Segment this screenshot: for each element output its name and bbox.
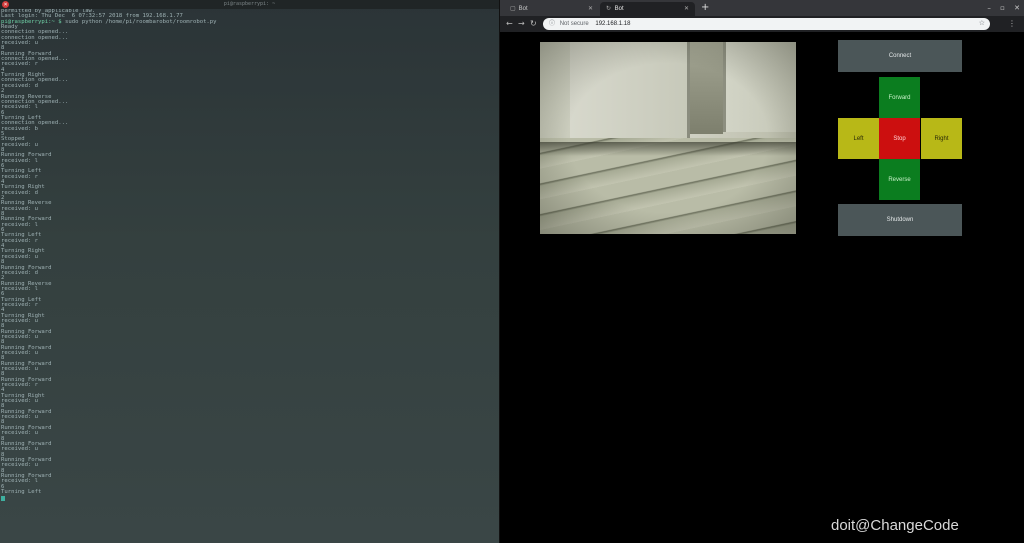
close-icon[interactable]: ✕ bbox=[1014, 4, 1020, 12]
left-button[interactable]: Left bbox=[838, 118, 879, 159]
terminal-line-text: received: u bbox=[1, 317, 39, 324]
security-label: Not secure bbox=[559, 21, 589, 27]
forward-icon[interactable]: → bbox=[518, 18, 525, 30]
tab-label: Bot bbox=[518, 6, 528, 12]
terminal-line-text: received: u bbox=[1, 430, 39, 437]
terminal-line-text: sudo python /home/pi/roombarobot/roomrob… bbox=[61, 18, 217, 25]
window-controls: – ▫ ✕ bbox=[980, 1, 1020, 15]
terminal-line-text: received: d bbox=[1, 82, 39, 89]
camera-feed bbox=[540, 42, 796, 234]
new-tab-icon[interactable]: + bbox=[701, 1, 709, 15]
terminal-line-text: received: u bbox=[1, 446, 39, 453]
terminal-line-text: received: l bbox=[1, 285, 39, 292]
terminal-titlebar: × pi@raspberrypi: ~ bbox=[0, 0, 499, 9]
watermark: doit@ChangeCode bbox=[831, 517, 959, 534]
terminal-line-text: received: u bbox=[1, 40, 39, 47]
menu-icon[interactable]: ⋮ bbox=[1008, 18, 1016, 30]
tab-label: Bot bbox=[614, 6, 624, 12]
info-icon[interactable]: ⓘ bbox=[549, 21, 555, 27]
terminal-line-text: received: u bbox=[1, 462, 39, 469]
maximize-icon[interactable]: ▫ bbox=[1000, 4, 1005, 12]
terminal-line-text: received: r bbox=[1, 61, 39, 68]
tab-strip: ▢ Bot ✕ ↻ Bot ✕ + – ▫ ✕ bbox=[500, 0, 1024, 16]
reverse-button[interactable]: Reverse bbox=[879, 159, 920, 200]
close-icon[interactable]: ✕ bbox=[588, 2, 593, 16]
reload-icon[interactable]: ↻ bbox=[530, 18, 537, 30]
terminal-line-text: received: r bbox=[1, 173, 39, 180]
terminal-line-text: received: r bbox=[1, 382, 39, 389]
terminal-line-text: Turning Left bbox=[1, 488, 42, 495]
close-icon[interactable]: × bbox=[2, 1, 9, 8]
minimize-icon[interactable]: – bbox=[987, 4, 991, 12]
tab-bot-1[interactable]: ▢ Bot ✕ bbox=[504, 2, 599, 16]
terminal-window[interactable]: × pi@raspberrypi: ~ permitted by applica… bbox=[0, 0, 499, 543]
terminal-line-text: received: l bbox=[1, 478, 39, 485]
shutdown-button[interactable]: Shutdown bbox=[838, 204, 962, 236]
terminal-line: Turning Left bbox=[1, 488, 498, 495]
terminal-line-text: received: l bbox=[1, 221, 39, 228]
right-button[interactable]: Right bbox=[921, 118, 962, 159]
terminal-line-text: received: r bbox=[1, 237, 39, 244]
terminal-line-text: received: u bbox=[1, 366, 39, 373]
close-icon[interactable]: ✕ bbox=[684, 2, 689, 16]
star-icon[interactable]: ☆ bbox=[979, 18, 985, 30]
terminal-line-text: received: u bbox=[1, 205, 39, 212]
forward-button[interactable]: Forward bbox=[879, 77, 920, 118]
browser-toolbar: ← → ↻ ⓘ Not secure 192.168.1.18 ☆ ⋮ bbox=[500, 16, 1024, 32]
tab-bot-2[interactable]: ↻ Bot ✕ bbox=[600, 2, 695, 16]
terminal-line-text: received: l bbox=[1, 157, 39, 164]
terminal-line-text: received: d bbox=[1, 189, 39, 196]
terminal-cursor bbox=[1, 495, 5, 501]
terminal-line-text: received: d bbox=[1, 269, 39, 276]
url-text: 192.168.1.18 bbox=[595, 21, 631, 27]
reload-icon: ↻ bbox=[606, 6, 612, 12]
terminal-line-text: received: r bbox=[1, 301, 39, 308]
terminal-line-text: received: u bbox=[1, 141, 39, 148]
terminal-line-text: received: u bbox=[1, 414, 39, 421]
terminal-line-text: received: u bbox=[1, 253, 39, 260]
terminal-output[interactable]: permitted by applicable law. Last login: … bbox=[0, 8, 499, 501]
address-bar[interactable]: ⓘ Not secure 192.168.1.18 ☆ bbox=[543, 18, 990, 30]
page-viewport: Connect Forward Left Stop Right Reverse … bbox=[500, 32, 1024, 543]
terminal-line-text: received: u bbox=[1, 350, 39, 356]
back-icon[interactable]: ← bbox=[506, 18, 513, 30]
terminal-line-text: received: l bbox=[1, 104, 39, 111]
stop-button[interactable]: Stop bbox=[879, 118, 920, 159]
terminal-line-text: received: u bbox=[1, 398, 39, 405]
terminal-title: pi@raspberrypi: ~ bbox=[223, 1, 276, 7]
connect-button[interactable]: Connect bbox=[838, 40, 962, 72]
terminal-line-text: received: u bbox=[1, 333, 39, 340]
browser-window: ▢ Bot ✕ ↻ Bot ✕ + – ▫ ✕ ← → ↻ ⓘ Not secu… bbox=[500, 0, 1024, 543]
page-icon: ▢ bbox=[510, 6, 516, 12]
terminal-line-text: received: b bbox=[1, 125, 39, 132]
